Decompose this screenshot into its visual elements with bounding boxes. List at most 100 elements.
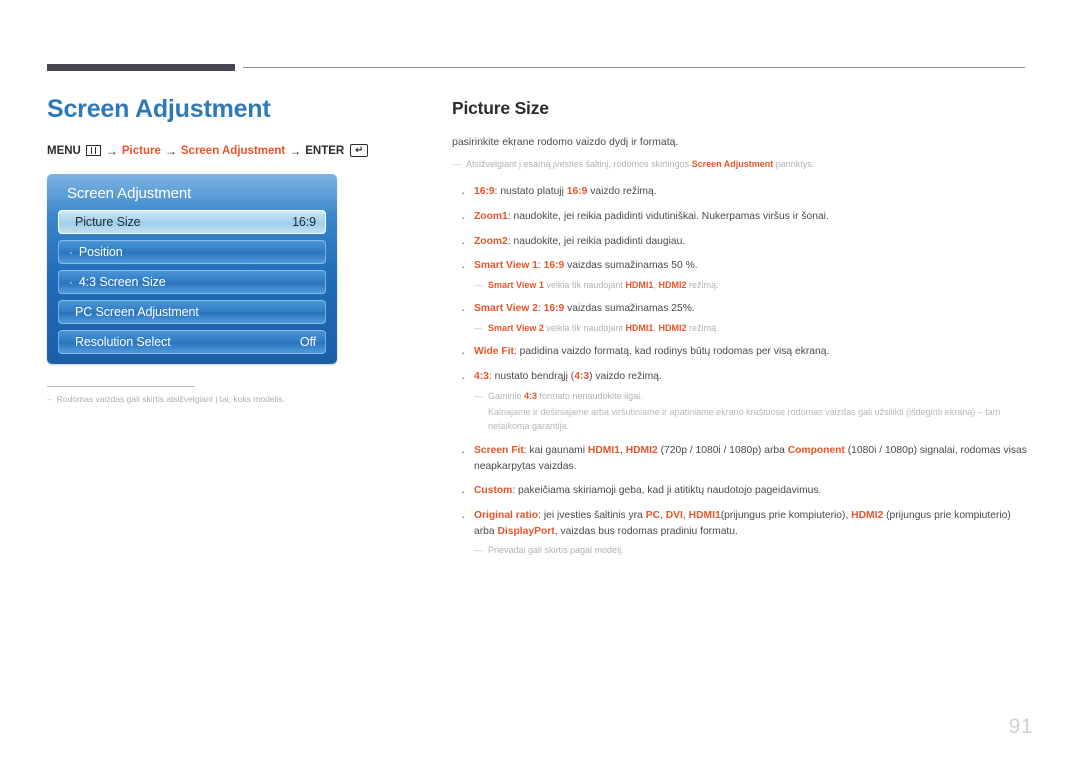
osd-row-label: Picture Size — [75, 214, 141, 229]
note-text: Prievadai gali skirtis pagal modelį. — [488, 545, 624, 556]
osd-row-label: 4:3 Screen Size — [78, 274, 166, 289]
left-note-text: Rodomas vaizdas gali skirtis atsižvelgia… — [56, 393, 285, 404]
ratio-43-warning-note: — Gaminio 4:3 formato nenaudokite ilgai. — [474, 390, 1030, 404]
note-term: 4:3 — [524, 390, 538, 401]
arrow-icon-2: → — [164, 143, 177, 158]
right-column: Picture Size pasirinkite ekrane rodomo v… — [452, 98, 1030, 567]
note-term-3: HDMI2 — [658, 322, 687, 333]
option-text-pre: : padidina vaizdo formatą, kad rodinys b… — [513, 346, 830, 358]
note-text-3: režimą. — [686, 322, 719, 333]
option-term-hdmi1: HDMI1 — [688, 510, 721, 522]
note-text-post: parinktys. — [773, 158, 815, 169]
option-text-2: ) vaizdo režimą. — [589, 371, 662, 383]
list-item-zoom1: Zoom1: naudokite, jei reikia padidinti v… — [452, 208, 1030, 227]
bullet-dot: · — [69, 274, 73, 289]
note-term-1: Smart View 1 — [488, 279, 544, 290]
menu-grid-icon — [85, 145, 101, 156]
option-inline-term: 16:9 — [543, 260, 565, 272]
list-item-smart-view-2: Smart View 2: 16:9 vaizdas sumažinamas 2… — [452, 300, 1030, 336]
menu-label: MENU — [47, 144, 81, 157]
option-term-displayport: DisplayPort — [497, 525, 555, 537]
topic-intro: pasirinkite ekrane rodomo vaizdo dydį ir… — [452, 136, 679, 148]
option-text-post: vaizdas sumažinamas 50 %. — [564, 260, 698, 272]
list-item-wide-fit: Wide Fit: padidina vaizdo formatą, kad r… — [452, 343, 1030, 362]
option-term: 4:3 — [474, 371, 489, 383]
list-item-custom: Custom: pakeičiama skiriamoji geba, kad … — [452, 482, 1030, 501]
note-term-3: HDMI2 — [658, 279, 687, 290]
list-item-16-9: 16:9: nustato platujį 16:9 vaizdo režimą… — [452, 183, 1030, 202]
note-term-2: HDMI1 — [625, 322, 654, 333]
osd-row-pc-screen-adjustment[interactable]: PC Screen Adjustment — [58, 299, 326, 324]
option-term-hdmi1: HDMI1 — [587, 445, 620, 457]
page-title: Screen Adjustment — [47, 95, 271, 123]
note-term-2: HDMI1 — [625, 279, 654, 290]
option-text-pre: : nustato platujį — [494, 186, 567, 198]
note-text-1: veikia tik naudojant — [543, 322, 626, 333]
option-term: Smart View 1 — [474, 260, 538, 272]
header-rule-thin — [243, 67, 1025, 68]
dash-marker: — — [474, 279, 483, 290]
option-inline-term: 16:9 — [543, 303, 565, 315]
option-term: Screen Fit — [474, 445, 524, 457]
list-item-original-ratio: Original ratio: jei įvesties šaltinis yr… — [452, 507, 1030, 558]
osd-panel: Screen Adjustment Picture Size 16:9 · Po… — [47, 173, 337, 364]
option-term-component: Component — [787, 445, 845, 457]
smart-view-2-note: — Smart View 2 veikia tik naudojant HDMI… — [474, 322, 1030, 336]
option-term-hdmi2: HDMI2 — [625, 445, 658, 457]
breadcrumb-picture[interactable]: Picture — [122, 145, 161, 157]
osd-row-label: Resolution Select — [75, 334, 171, 349]
manual-page: Screen Adjustment MENU → Picture → Scree… — [0, 0, 1080, 763]
topic-intro-note: — Atsižvelgiant į esamą įvesties šaltinį… — [452, 158, 1030, 172]
option-term-dvi: DVI — [665, 510, 683, 522]
arrow-icon-1: → — [105, 143, 118, 158]
option-text-1: : kai gaunami — [523, 445, 588, 457]
option-term: 16:9 — [474, 186, 495, 198]
option-term: Smart View 2 — [474, 303, 538, 315]
breadcrumb-screen-adjustment[interactable]: Screen Adjustment — [181, 145, 285, 157]
option-term: Original ratio — [474, 510, 539, 522]
note-text-pre: Gaminio — [488, 390, 525, 401]
note-divider — [47, 385, 195, 387]
option-text-pre: : naudokite, jei reikia padidinti daugia… — [507, 235, 686, 247]
option-inline-term: 4:3 — [574, 371, 590, 383]
picture-size-options-list: 16:9: nustato platujį 16:9 vaizdo režimą… — [452, 183, 1030, 558]
list-item-screen-fit: Screen Fit: kai gaunami HDMI1, HDMI2 (72… — [452, 442, 1030, 474]
option-term-hdmi2: HDMI2 — [851, 510, 884, 522]
note-text-pre: Atsižvelgiant į esamą įvesties šaltinį, … — [466, 158, 692, 169]
note-term-1: Smart View 2 — [488, 322, 544, 333]
option-term: Wide Fit — [474, 346, 514, 358]
option-text-6: , vaizdas bus rodomas pradiniu formatu. — [554, 525, 738, 537]
left-column: Screen Adjustment MENU → Picture → Scree… — [47, 95, 427, 405]
note-term: Screen Adjustment — [691, 158, 774, 169]
enter-key-icon: ↵ — [350, 144, 369, 157]
list-item-smart-view-1: Smart View 1: 16:9 vaizdas sumažinamas 5… — [452, 257, 1030, 293]
osd-panel-title: Screen Adjustment — [67, 184, 192, 202]
option-term-pc: PC — [645, 510, 660, 522]
note-text-3: režimą. — [686, 279, 719, 290]
osd-row-value: 16:9 — [292, 214, 316, 229]
smart-view-1-note: — Smart View 1 veikia tik naudojant HDMI… — [474, 279, 1030, 293]
note-text-1: veikia tik naudojant — [543, 279, 626, 290]
page-number: 91 — [1008, 715, 1033, 738]
bullet-dot: · — [69, 244, 73, 259]
option-text-1: : jei įvesties šaltinis yra — [538, 510, 646, 522]
note-text-post: formato nenaudokite ilgai. — [537, 390, 643, 401]
list-item-4-3: 4:3: nustato bendrąjį (4:3) vaizdo režim… — [452, 368, 1030, 434]
option-inline-term: 16:9 — [566, 186, 588, 198]
option-text-3: (720p / 1080i / 1080p) arba — [657, 445, 788, 457]
option-text: : pakeičiama skiriamoji geba, kad ji ati… — [512, 485, 822, 497]
option-term: Custom — [474, 485, 513, 497]
osd-row-resolution-select[interactable]: Resolution Select Off — [58, 329, 326, 354]
option-term: Zoom2 — [474, 235, 508, 247]
osd-row-position[interactable]: · Position — [58, 239, 326, 264]
dash-marker: — — [474, 322, 483, 333]
header-rule-thick — [47, 64, 235, 71]
topic-title: Picture Size — [452, 98, 549, 118]
osd-row-picture-size[interactable]: Picture Size 16:9 — [58, 209, 326, 234]
osd-row-4-3-screen-size[interactable]: · 4:3 Screen Size — [58, 269, 326, 294]
option-text-post: vaizdo režimą. — [587, 186, 657, 198]
dash-marker: — — [474, 545, 483, 556]
enter-label: ENTER — [305, 144, 345, 157]
osd-row-label: Position — [78, 244, 123, 259]
list-item-zoom2: Zoom2: naudokite, jei reikia padidinti d… — [452, 233, 1030, 252]
